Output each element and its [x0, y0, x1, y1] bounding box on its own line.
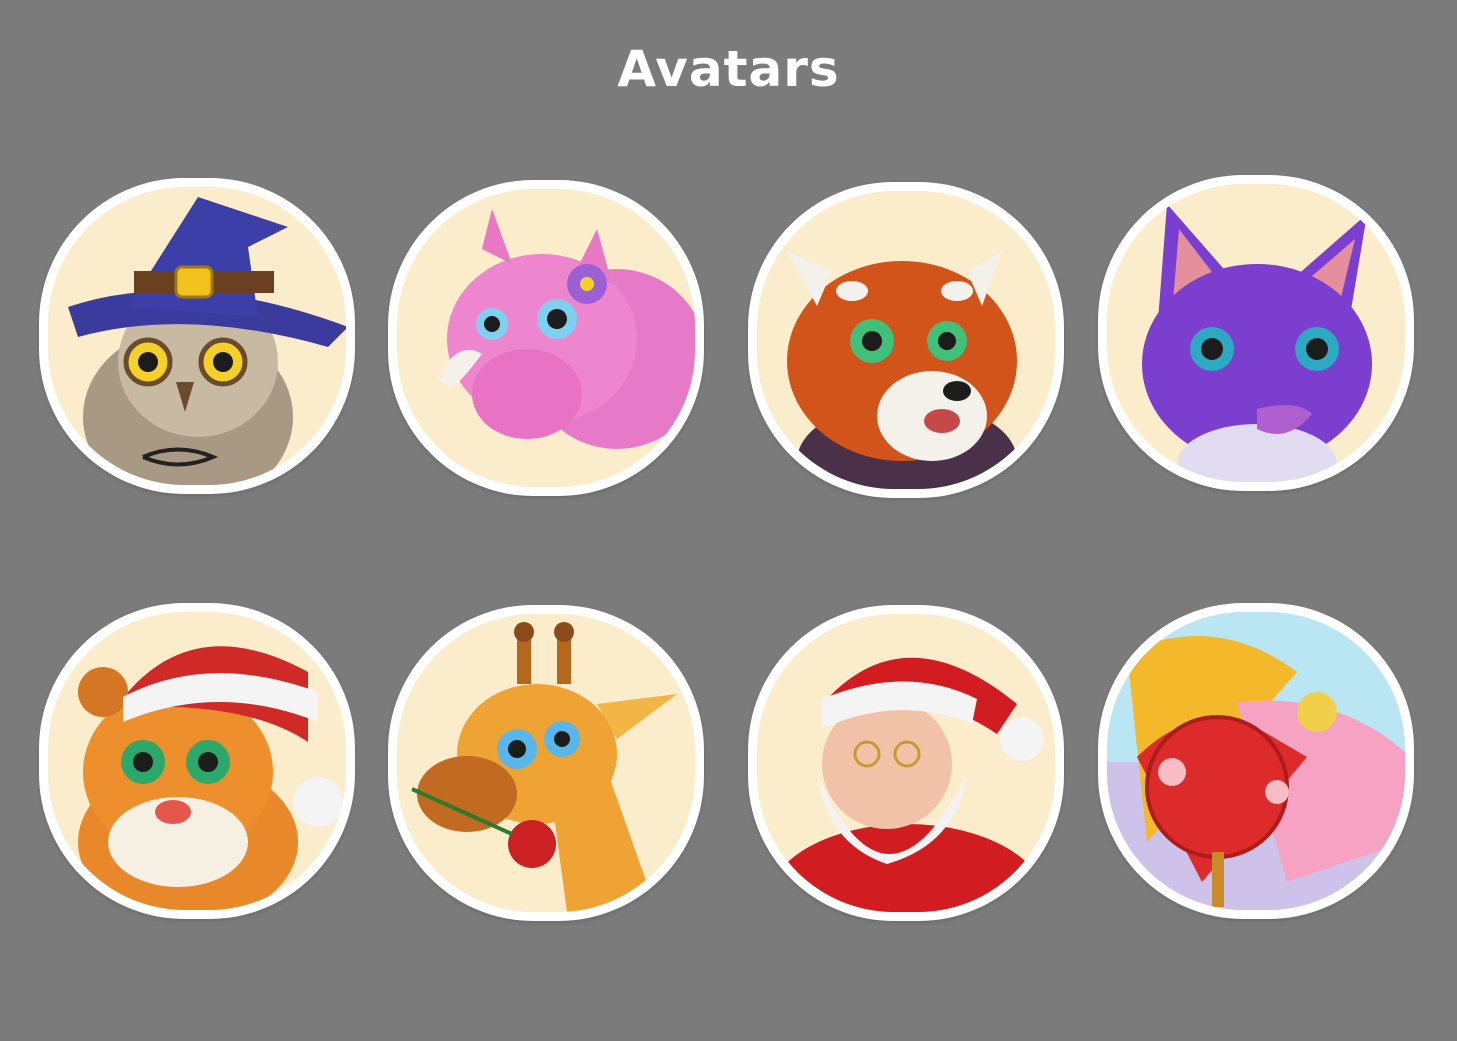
pink-rhino-icon [397, 189, 695, 487]
giraffe-rose-icon [397, 614, 695, 912]
avatar-red-panda[interactable] [748, 182, 1064, 498]
purple-bat-icon [1107, 184, 1405, 482]
avatar-owl-wizard[interactable] [39, 178, 355, 494]
owl-wizard-icon [48, 187, 346, 485]
avatar-giraffe-rose[interactable] [388, 605, 704, 921]
avatar-chinese-fans[interactable] [1098, 603, 1414, 919]
avatar-pink-rhino[interactable] [388, 180, 704, 496]
avatar-tiger-santa-hat[interactable] [39, 603, 355, 919]
santa-claus-icon [757, 614, 1055, 912]
tiger-santa-hat-icon [48, 612, 346, 910]
avatar-purple-bat[interactable] [1098, 175, 1414, 491]
red-panda-icon [757, 191, 1055, 489]
page-title: Avatars [617, 40, 840, 98]
avatar-santa-claus[interactable] [748, 605, 1064, 921]
chinese-fans-icon [1107, 612, 1405, 910]
